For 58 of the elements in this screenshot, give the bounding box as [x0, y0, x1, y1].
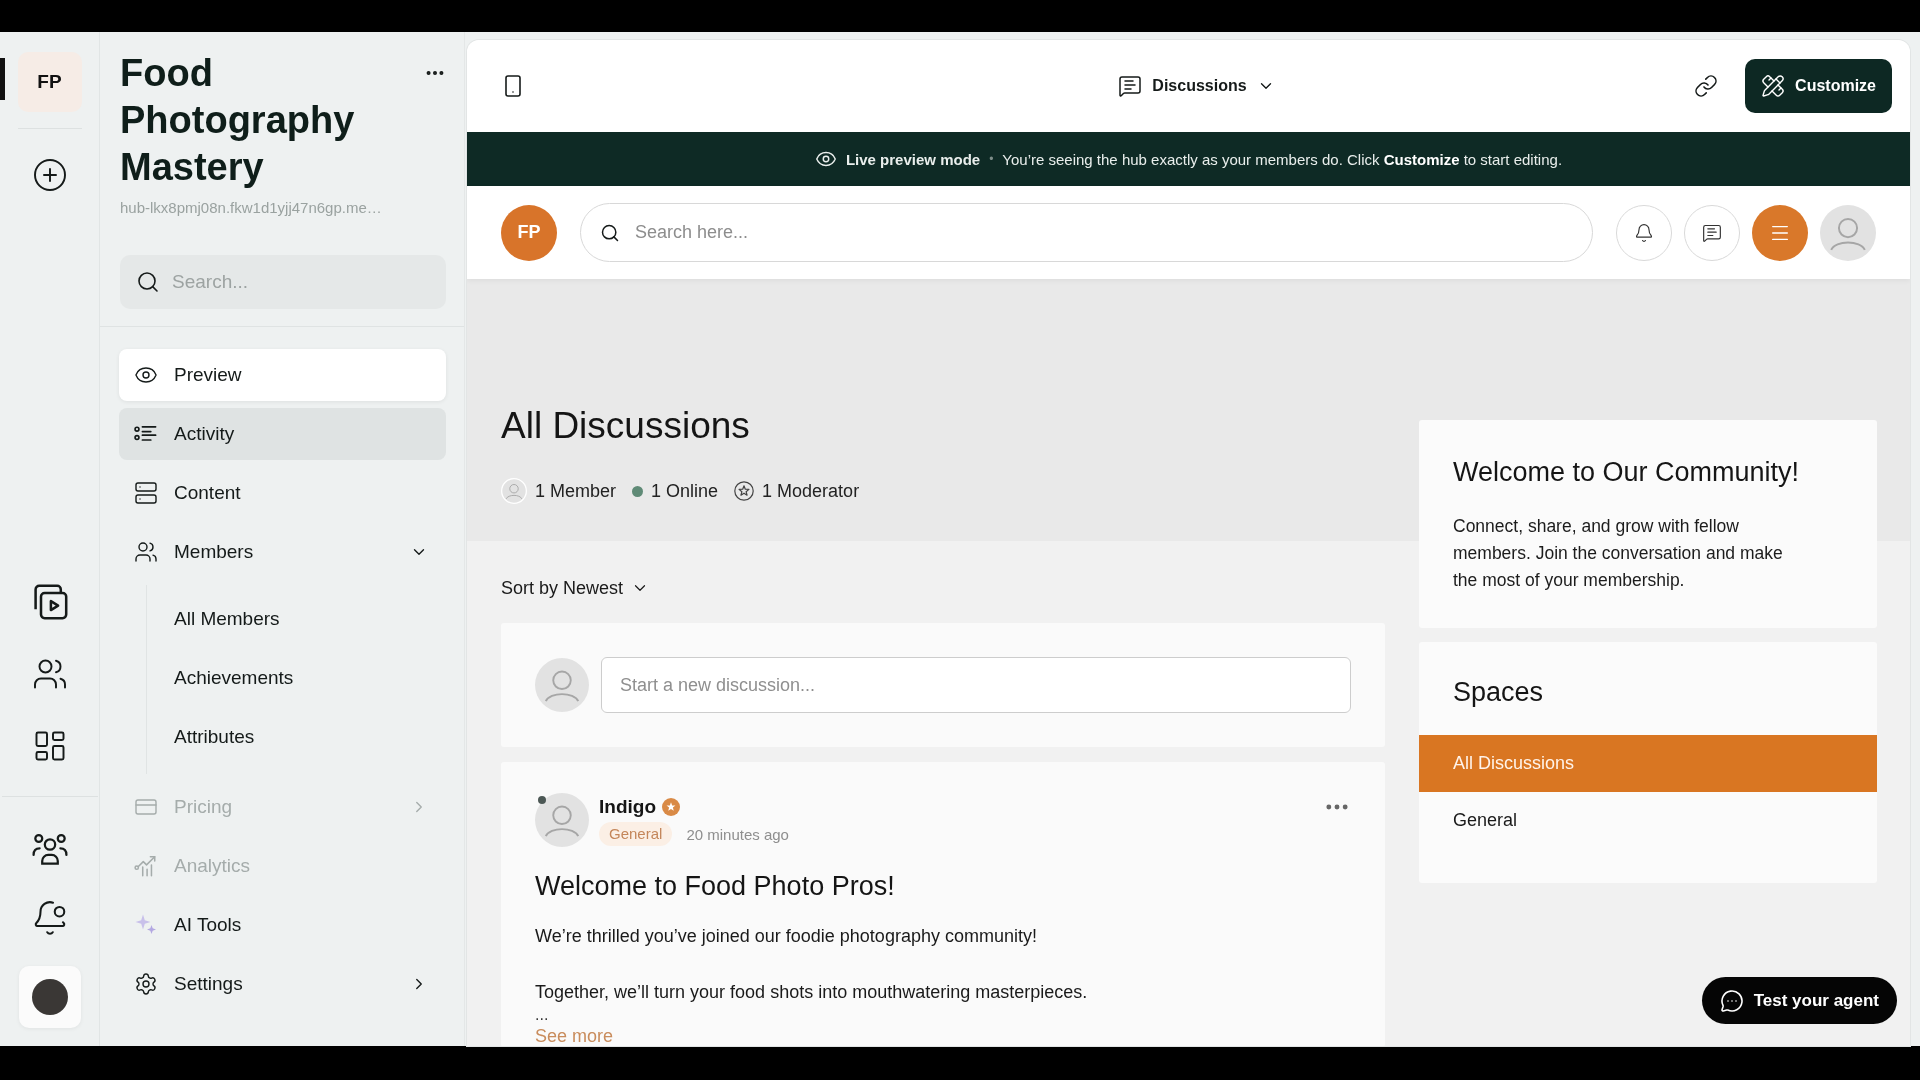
- avatar-silhouette-icon: [535, 658, 589, 712]
- discussion-input[interactable]: Start a new discussion...: [601, 657, 1351, 713]
- workspace-tile[interactable]: FP: [17, 52, 82, 112]
- link-icon[interactable]: [1694, 74, 1719, 98]
- plus-circle-icon[interactable]: [31, 157, 68, 193]
- sub-nav-item[interactable]: Achievements: [147, 652, 446, 704]
- video-stack-icon[interactable]: [31, 584, 68, 620]
- nav-item[interactable]: Settings: [119, 958, 446, 1010]
- avatar-silhouette-icon: [535, 793, 589, 847]
- search-field[interactable]: Search here...: [580, 203, 1593, 262]
- post-time: 20 minutes ago: [686, 825, 789, 843]
- stacked-rows-icon: [134, 481, 158, 505]
- view-switcher[interactable]: Discussions: [1114, 68, 1279, 104]
- stat-text: 1 Online: [651, 480, 719, 502]
- nav-item[interactable]: Members: [119, 526, 446, 578]
- nav-item[interactable]: Activity: [119, 408, 446, 460]
- star-badge-icon: [734, 481, 755, 501]
- bell-icon: [1634, 222, 1654, 243]
- nav-item[interactable]: Content: [119, 467, 446, 519]
- status-dot-icon: [632, 485, 644, 497]
- hub-url: hub-lkx8pmj08n.fkw1d1yjj47n6gp.me…: [120, 199, 383, 217]
- message-icon: [1702, 222, 1722, 243]
- profile-button[interactable]: [18, 966, 81, 1028]
- chat-bubble-icon: [1719, 988, 1744, 1013]
- message-icon: [1118, 74, 1143, 98]
- search-field[interactable]: Search...: [120, 255, 446, 309]
- nav-item[interactable]: AI Tools: [119, 899, 446, 951]
- sparkle-icon: [134, 913, 158, 937]
- card-title: Welcome to Our Community!: [1453, 456, 1801, 489]
- search-icon: [136, 270, 160, 294]
- stat-text: 1 Moderator: [762, 480, 860, 502]
- member-avatar-icon: [501, 478, 527, 504]
- avatar-placeholder: [31, 979, 68, 1015]
- author-name: Indigo: [599, 796, 656, 818]
- nav-item[interactable]: Preview: [119, 349, 446, 401]
- stat-text: 1 Member: [535, 480, 617, 502]
- separator-dot: •: [989, 152, 994, 166]
- truncation-ellipsis: ...: [535, 1005, 550, 1025]
- hub-title: Food Photography Mastery: [120, 51, 356, 190]
- sub-nav-item[interactable]: All Members: [147, 593, 446, 645]
- post-paragraph: We’re thrilled you’ve joined our foodie photography community!: [535, 925, 1038, 948]
- sub-nav-item[interactable]: Attributes: [147, 711, 446, 763]
- customize-button[interactable]: Customize: [1745, 59, 1892, 113]
- settings-icon: [134, 972, 158, 996]
- page-title: All Discussions: [501, 404, 751, 448]
- card-text: Connect, share, and grow with fellow members. Join the conversation and make the most of your membership.: [1453, 515, 1784, 592]
- space-item[interactable]: General: [1419, 792, 1877, 849]
- people-icon: [134, 540, 158, 564]
- chart-icon: [134, 854, 158, 878]
- sort-dropdown[interactable]: Sort by Newest: [501, 576, 650, 600]
- search-icon: [600, 222, 620, 243]
- test-agent-button[interactable]: Test your agent: [1701, 977, 1897, 1024]
- pencil-ruler-icon: [1761, 74, 1786, 98]
- banner-message: You’re seeing the hub exactly as your members do. Click Customize to start editing.: [1002, 150, 1563, 168]
- card-title: Spaces: [1453, 676, 1545, 709]
- post-paragraph: Together, we’ll turn your food shots into mouthwatering masterpieces.: [535, 981, 1089, 1004]
- post-title: Welcome to Food Photo Pros!: [535, 870, 896, 903]
- banner-title: Live preview mode: [845, 150, 981, 168]
